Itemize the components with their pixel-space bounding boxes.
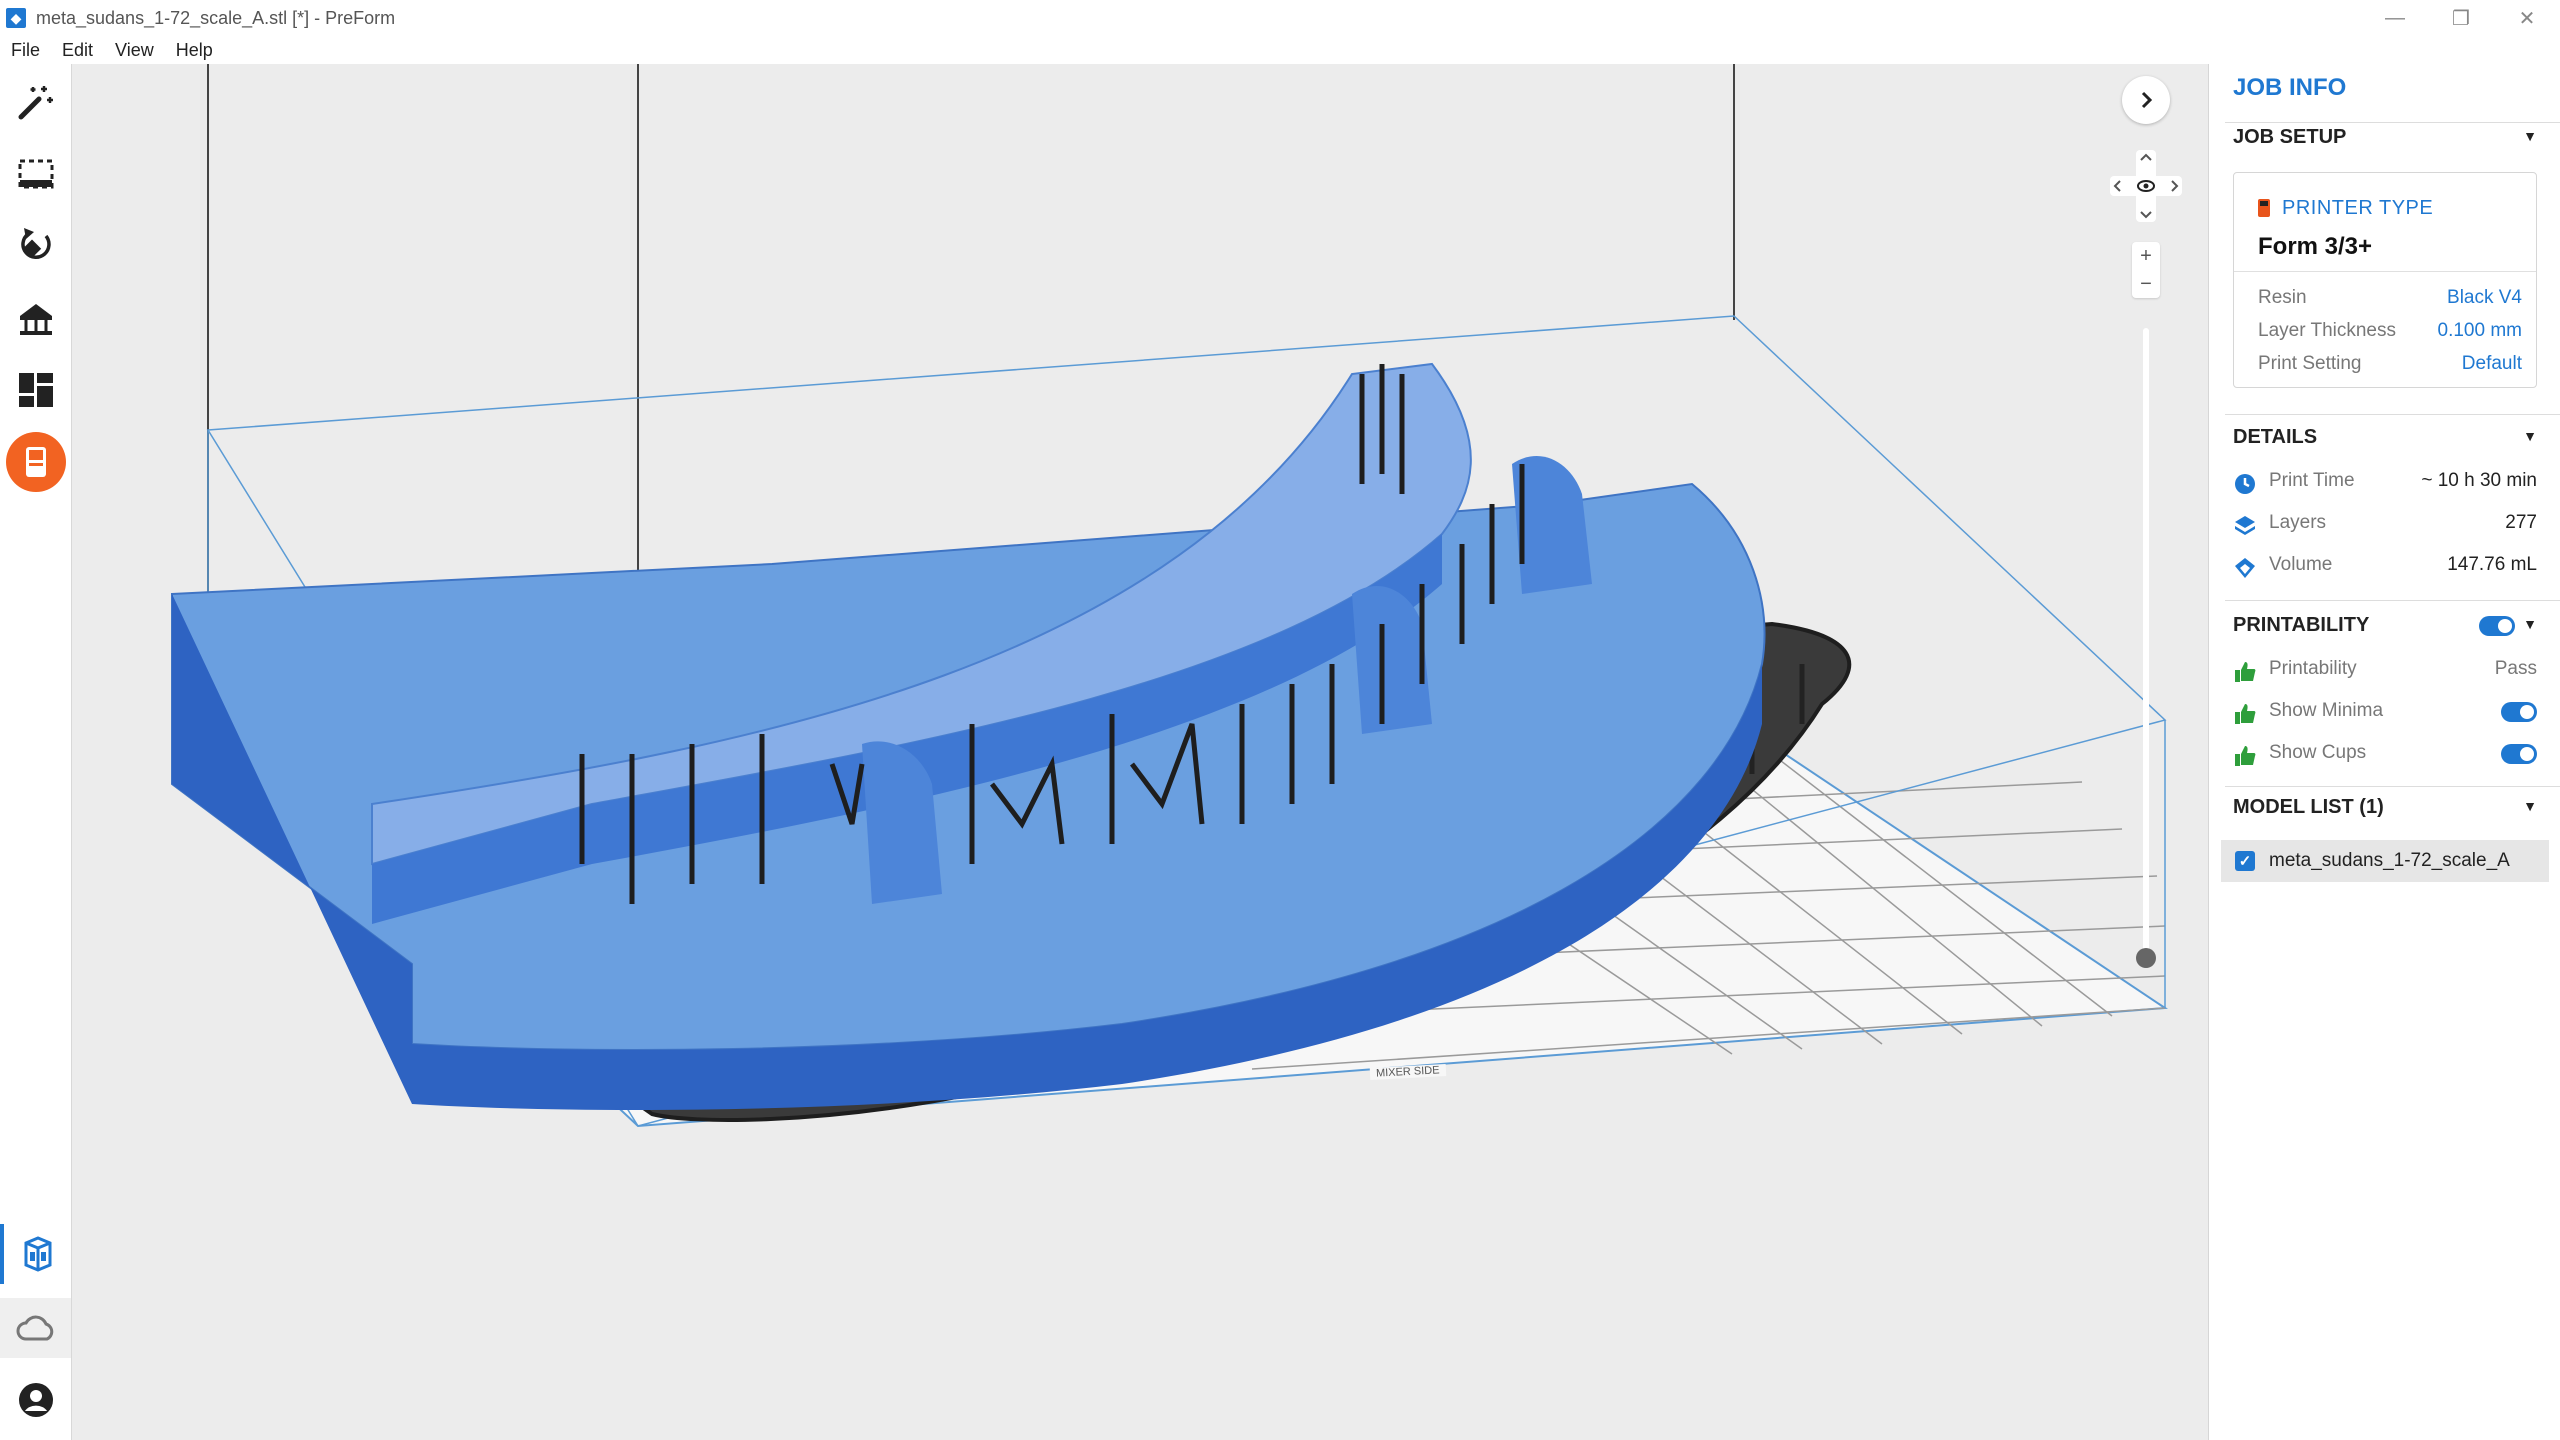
caret-down-icon: ▼ xyxy=(2523,616,2537,632)
caret-down-icon: ▼ xyxy=(2523,428,2537,444)
caret-down-icon: ▼ xyxy=(2523,128,2537,144)
layer-slider-handle[interactable] xyxy=(2136,948,2156,968)
model-name: meta_sudans_1-72_scale_A xyxy=(2269,850,2510,871)
printer-view-icon xyxy=(24,1236,51,1272)
layer-slider-track[interactable] xyxy=(2143,328,2149,956)
volume-icon xyxy=(2235,558,2255,578)
zoom-control: + − xyxy=(2132,242,2160,298)
model-list-header[interactable]: MODEL LIST (1) ▼ xyxy=(2233,792,2537,822)
chevron-right-icon xyxy=(2141,91,2153,109)
menu-bar: File Edit View Help xyxy=(0,36,2560,64)
printability-row: Printability Pass xyxy=(2233,658,2537,688)
model-checkbox[interactable]: ✓ xyxy=(2235,851,2255,871)
layers-row: Layers 277 xyxy=(2233,512,2537,542)
job-info-button[interactable] xyxy=(6,432,66,492)
volume-label: Volume xyxy=(2269,554,2333,575)
menu-view[interactable]: View xyxy=(104,40,165,61)
close-button[interactable]: ✕ xyxy=(2494,0,2560,36)
print-setting-value[interactable]: Default xyxy=(2462,353,2522,375)
orbit-control[interactable] xyxy=(2108,148,2184,224)
magic-wand-icon xyxy=(18,86,53,120)
menu-help[interactable]: Help xyxy=(165,40,224,61)
divider xyxy=(2225,786,2560,787)
job-setup-title: JOB SETUP xyxy=(2233,125,2347,148)
build-scene[interactable] xyxy=(72,64,2208,1440)
zoom-out-button[interactable]: − xyxy=(2132,270,2160,298)
show-cups-label: Show Cups xyxy=(2269,742,2367,763)
print-time-label: Print Time xyxy=(2269,470,2355,491)
model-list-item[interactable]: ✓ meta_sudans_1-72_scale_A xyxy=(2221,840,2549,882)
dashboard-button[interactable] xyxy=(0,1298,71,1358)
thumbs-up-icon xyxy=(2235,746,2256,766)
printability-header[interactable]: PRINTABILITY ▼ xyxy=(2233,610,2537,640)
layers-icon xyxy=(2235,516,2255,535)
3d-viewport[interactable]: MIXER SIDE + − xyxy=(72,64,2208,1440)
layer-thickness-label: Layer Thickness xyxy=(2258,320,2396,341)
job-info-panel: JOB INFO JOB SETUP ▼ PRINTER TYPE Form 3… xyxy=(2208,64,2560,1440)
divider xyxy=(2225,600,2560,601)
layout-icon xyxy=(19,373,53,407)
printer-icon xyxy=(2258,199,2270,217)
show-minima-label: Show Minima xyxy=(2269,700,2384,721)
restore-button[interactable]: ❐ xyxy=(2428,0,2494,36)
printer-name: Form 3/3+ xyxy=(2258,233,2373,260)
scene-view-button[interactable] xyxy=(0,1224,71,1284)
zoom-in-button[interactable]: + xyxy=(2132,242,2160,270)
printer-type-label: PRINTER TYPE xyxy=(2282,197,2434,219)
show-cups-toggle[interactable] xyxy=(2501,744,2537,764)
volume-value: 147.76 mL xyxy=(2447,554,2537,575)
panel-title: JOB INFO xyxy=(2233,74,2347,101)
print-time-row: Print Time ~ 10 h 30 min xyxy=(2233,470,2537,500)
orient-icon xyxy=(21,228,51,260)
left-toolbar xyxy=(0,64,72,1440)
printability-toggle[interactable] xyxy=(2479,616,2515,636)
print-job-icon xyxy=(26,447,46,477)
layers-label: Layers xyxy=(2269,512,2327,533)
select-tool-button[interactable] xyxy=(6,144,66,204)
print-setting-label: Print Setting xyxy=(2258,353,2362,374)
printability-title: PRINTABILITY xyxy=(2233,613,2370,636)
clock-icon xyxy=(2235,474,2255,494)
toggle-panel-button[interactable] xyxy=(2122,76,2170,124)
volume-row: Volume 147.76 mL xyxy=(2233,554,2537,584)
resin-row[interactable]: Resin Black V4 xyxy=(2258,287,2522,317)
window-title: meta_sudans_1-72_scale_A.stl [*] - PreFo… xyxy=(36,7,396,28)
preform-app-icon: ◆ xyxy=(6,8,26,28)
cloud-icon xyxy=(16,1315,53,1341)
layout-tool-button[interactable] xyxy=(6,360,66,420)
select-box-icon xyxy=(18,159,54,189)
print-setting-row[interactable]: Print Setting Default xyxy=(2258,353,2522,383)
show-minima-toggle[interactable] xyxy=(2501,702,2537,722)
menu-edit[interactable]: Edit xyxy=(51,40,104,61)
layers-value: 277 xyxy=(2505,512,2537,533)
menu-file[interactable]: File xyxy=(0,40,51,61)
orientation-tool-button[interactable] xyxy=(6,216,66,276)
job-setup-header[interactable]: JOB SETUP ▼ xyxy=(2233,122,2537,152)
supports-icon xyxy=(20,304,52,335)
thumbs-up-icon xyxy=(2235,662,2256,682)
caret-down-icon: ▼ xyxy=(2523,798,2537,814)
layer-thickness-value[interactable]: 0.100 mm xyxy=(2438,320,2522,342)
minimize-button[interactable]: — xyxy=(2362,0,2428,36)
resin-value[interactable]: Black V4 xyxy=(2447,287,2522,309)
printability-value: Pass xyxy=(2494,658,2537,679)
details-header[interactable]: DETAILS ▼ xyxy=(2233,422,2537,452)
show-minima-row: Show Minima xyxy=(2233,700,2537,730)
resin-label: Resin xyxy=(2258,287,2307,308)
supports-tool-button[interactable] xyxy=(6,288,66,348)
model-list-title: MODEL LIST (1) xyxy=(2233,795,2384,818)
thumbs-up-icon xyxy=(2235,704,2256,724)
printability-label: Printability xyxy=(2269,658,2357,679)
print-time-value: ~ 10 h 30 min xyxy=(2421,470,2537,491)
one-click-print-button[interactable] xyxy=(6,72,66,132)
layer-thickness-row[interactable]: Layer Thickness 0.100 mm xyxy=(2258,320,2522,350)
account-icon xyxy=(19,1383,53,1417)
printer-card[interactable]: PRINTER TYPE Form 3/3+ Resin Black V4 La… xyxy=(2233,172,2537,388)
show-cups-row: Show Cups xyxy=(2233,742,2537,772)
divider xyxy=(2225,414,2560,415)
account-button[interactable] xyxy=(6,1370,66,1430)
title-bar: ◆ meta_sudans_1-72_scale_A.stl [*] - Pre… xyxy=(0,0,2560,36)
details-title: DETAILS xyxy=(2233,425,2318,448)
